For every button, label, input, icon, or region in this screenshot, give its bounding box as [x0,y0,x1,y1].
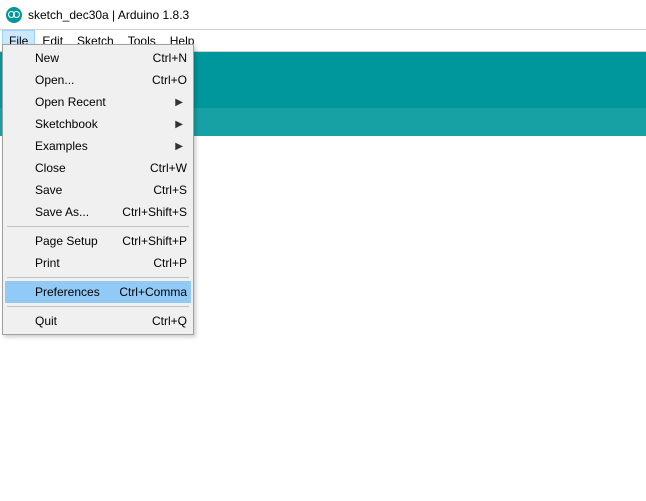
menu-separator [7,277,189,278]
menu-item-label: Close [35,161,150,175]
menu-item-label: Sketchbook [35,117,187,131]
menu-item-label: Save As... [35,205,122,219]
menu-item-shortcut: Ctrl+Q [152,314,187,328]
menu-separator [7,226,189,227]
menu-item-label: Page Setup [35,234,122,248]
menu-item-page-setup[interactable]: Page Setup Ctrl+Shift+P [5,230,191,252]
menu-item-shortcut: Ctrl+O [152,73,187,87]
menu-item-label: Open... [35,73,152,87]
submenu-arrow-icon: ▶ [175,141,183,152]
menu-item-shortcut: Ctrl+Comma [119,285,187,299]
menu-item-save-as[interactable]: Save As... Ctrl+Shift+S [5,201,191,223]
menu-item-print[interactable]: Print Ctrl+P [5,252,191,274]
menu-item-new[interactable]: New Ctrl+N [5,47,191,69]
menu-item-open-recent[interactable]: Open Recent ▶ [5,91,191,113]
arduino-logo-icon [6,7,22,23]
menu-item-label: New [35,51,153,65]
menu-item-label: Print [35,256,153,270]
menu-item-label: Open Recent [35,95,187,109]
menu-item-preferences[interactable]: Preferences Ctrl+Comma [5,281,191,303]
menu-item-label: Save [35,183,153,197]
menu-item-label: Quit [35,314,152,328]
titlebar: sketch_dec30a | Arduino 1.8.3 [0,0,646,30]
menu-item-close[interactable]: Close Ctrl+W [5,157,191,179]
menu-item-open[interactable]: Open... Ctrl+O [5,69,191,91]
menu-item-save[interactable]: Save Ctrl+S [5,179,191,201]
menu-item-label: Preferences [35,285,119,299]
menu-item-shortcut: Ctrl+Shift+P [122,234,187,248]
menu-item-shortcut: Ctrl+N [153,51,187,65]
menu-item-shortcut: Ctrl+P [153,256,187,270]
submenu-arrow-icon: ▶ [175,119,183,130]
menu-item-sketchbook[interactable]: Sketchbook ▶ [5,113,191,135]
menu-separator [7,306,189,307]
menu-item-examples[interactable]: Examples ▶ [5,135,191,157]
menu-item-shortcut: Ctrl+S [153,183,187,197]
file-dropdown-menu: New Ctrl+N Open... Ctrl+O Open Recent ▶ … [2,44,194,335]
menu-item-shortcut: Ctrl+Shift+S [122,205,187,219]
menu-item-quit[interactable]: Quit Ctrl+Q [5,310,191,332]
window-title: sketch_dec30a | Arduino 1.8.3 [28,8,189,22]
menu-item-label: Examples [35,139,187,153]
menu-item-shortcut: Ctrl+W [150,161,187,175]
submenu-arrow-icon: ▶ [175,97,183,108]
